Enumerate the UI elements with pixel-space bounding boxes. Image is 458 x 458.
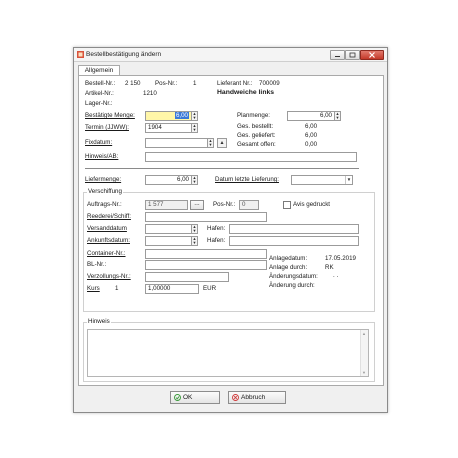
avis-checkbox[interactable] <box>283 201 291 209</box>
abbruch-button[interactable]: Abbruch <box>228 391 286 404</box>
bestell-nr-value: 2 150 <box>125 80 141 87</box>
hafen2-input[interactable] <box>229 236 359 246</box>
liefermenge-spinner[interactable]: ▲ ▼ <box>191 175 198 185</box>
bestell-nr-label: Bestell-Nr.: <box>85 80 116 87</box>
auftrags-lookup-button[interactable]: ... <box>190 200 204 210</box>
planmenge-label: Planmenge: <box>237 112 271 119</box>
calendar-button[interactable]: ▴ <box>217 138 227 148</box>
anlage-durch-value: RK <box>325 264 334 271</box>
ok-button[interactable]: OK <box>170 391 220 404</box>
separator <box>85 168 359 169</box>
artikel-nr-label: Artikel-Nr.: <box>85 90 114 97</box>
close-button[interactable] <box>360 50 384 60</box>
check-icon <box>174 394 181 401</box>
ok-label: OK <box>183 394 193 401</box>
vs-pos-nr-label: Pos-Nr.: <box>213 201 236 208</box>
reederei-label: Reederei/Schiff: <box>87 213 131 220</box>
fixdatum-input[interactable] <box>145 138 209 148</box>
datum-letzte-lieferung-label: Datum letzte Lieferung: <box>215 176 279 183</box>
ankunftsdatum-label: Ankunftsdatum: <box>87 237 130 244</box>
auftrags-nr-input[interactable]: 1 577 <box>145 200 188 210</box>
bl-nr-input[interactable] <box>145 260 267 270</box>
anlagedatum-value: 17.05.2019 <box>325 255 356 262</box>
planmenge-input[interactable]: 6,00 <box>287 111 335 121</box>
ankunftsdatum-input[interactable] <box>145 236 192 246</box>
aenderungsdatum-value: . . <box>333 272 339 279</box>
bestaetigte-menge-input[interactable]: 6,00 <box>145 111 192 121</box>
datum-letzte-lieferung-select[interactable]: ▼ <box>291 175 353 185</box>
maximize-icon <box>349 52 356 58</box>
window-title: Bestellbestätigung ändern <box>86 51 162 58</box>
reederei-input[interactable] <box>145 212 267 222</box>
versanddatum-label: Versanddatum <box>87 225 127 232</box>
ges-geliefert-label: Ges. geliefert: <box>237 132 276 139</box>
currency-label: EUR <box>203 285 217 292</box>
kurs-input[interactable]: 1,00000 <box>145 284 199 294</box>
ges-geliefert-value: 6,00 <box>305 132 318 139</box>
bestaetigte-menge-spinner[interactable]: ▲ ▼ <box>191 111 198 121</box>
abbruch-label: Abbruch <box>241 394 266 401</box>
aenderungsdatum-label: Änderungsdatum: <box>269 273 318 280</box>
hinweis-title: Hinweis <box>87 318 111 325</box>
hinweis-scrollbar[interactable]: ▲ ▼ <box>360 330 368 376</box>
hafen2-label: Hafen: <box>207 237 226 244</box>
chevron-down-icon: ▼ <box>345 176 352 184</box>
anlagedatum-label: Anlagedatum: <box>269 255 308 262</box>
artikel-name: Handweiche links <box>217 89 275 96</box>
planmenge-spinner[interactable]: ▲ ▼ <box>334 111 341 121</box>
gesamt-offen-label: Gesamt offen: <box>237 141 276 148</box>
verzollungs-nr-input[interactable] <box>145 272 229 282</box>
verschiffung-title: Verschiffung <box>87 188 123 195</box>
versanddatum-input[interactable] <box>145 224 192 234</box>
bestaetigte-menge-value: 6,00 <box>174 112 189 119</box>
ankunftsdatum-spinner[interactable]: ▲ ▼ <box>191 236 198 246</box>
hafen1-label: Hafen: <box>207 225 226 232</box>
lieferant-nr-value: 700009 <box>259 80 280 87</box>
scroll-down-icon[interactable]: ▼ <box>362 370 366 375</box>
hafen1-input[interactable] <box>229 224 359 234</box>
kurs-index: 1 <box>115 285 119 292</box>
minimize-icon <box>335 56 340 57</box>
scroll-up-icon[interactable]: ▲ <box>362 331 366 336</box>
artikel-nr-value: 1210 <box>143 90 157 97</box>
fixdatum-label: Fixdatum: <box>85 139 113 146</box>
liefermenge-input[interactable]: 6,00 <box>145 175 192 185</box>
lager-nr-label: Lager-Nr.: <box>85 100 113 107</box>
container-nr-label: Container-Nr.: <box>87 250 126 257</box>
ges-bestellt-label: Ges. bestellt: <box>237 123 274 130</box>
app-icon <box>77 51 84 58</box>
close-icon <box>369 52 375 58</box>
aenderung-durch-label: Änderung durch: <box>269 282 315 289</box>
anlage-durch-label: Anlage durch: <box>269 264 308 271</box>
gesamt-offen-value: 0,00 <box>305 141 318 148</box>
pos-nr-value: 1 <box>193 80 197 87</box>
versanddatum-spinner[interactable]: ▲ ▼ <box>191 224 198 234</box>
pos-nr-label: Pos-Nr.: <box>155 80 178 87</box>
maximize-button[interactable] <box>345 50 360 60</box>
kurs-label: Kurs <box>87 285 100 292</box>
verzollungs-nr-label: Verzollungs-Nr.: <box>87 273 131 280</box>
tab-panel: Bestell-Nr.: 2 150 Pos-Nr.: 1 Lieferant … <box>78 75 384 386</box>
dialog-window: Bestellbestätigung ändern Allgemein Best… <box>73 47 388 413</box>
avis-label: Avis gedruckt <box>293 201 331 208</box>
fixdatum-spinner[interactable]: ▲ ▼ <box>207 138 214 148</box>
liefermenge-label: Liefermenge: <box>85 176 122 183</box>
minimize-button[interactable] <box>330 50 345 60</box>
termin-input[interactable]: 1904 <box>145 123 192 133</box>
termin-spinner[interactable]: ▲ ▼ <box>191 123 198 133</box>
auftrags-nr-label: Auftrags-Nr.: <box>87 201 122 208</box>
bl-nr-label: BL-Nr.: <box>87 261 107 268</box>
title-bar: Bestellbestätigung ändern <box>74 48 387 62</box>
hinweis-textarea[interactable]: ▲ ▼ <box>87 329 369 377</box>
lieferant-nr-label: Lieferant Nr.: <box>217 80 253 87</box>
bestaetigte-menge-label: Bestätigte Menge: <box>85 112 135 119</box>
termin-label: Termin (JJWW): <box>85 124 129 131</box>
vs-pos-nr-input[interactable]: 0 <box>239 200 259 210</box>
hinweis-ab-label: Hinweis/AB: <box>85 153 119 160</box>
ges-bestellt-value: 6,00 <box>305 123 318 130</box>
calendar-icon: ▴ <box>220 140 224 146</box>
cancel-icon <box>232 394 239 401</box>
container-nr-input[interactable] <box>145 249 267 259</box>
hinweis-ab-input[interactable] <box>145 152 357 162</box>
